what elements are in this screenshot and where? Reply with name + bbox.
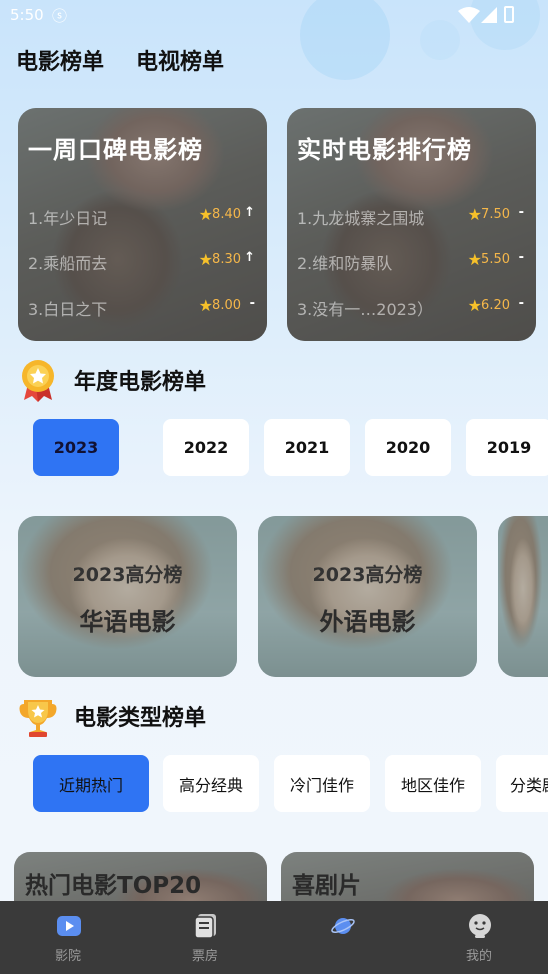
movie-name: 3.没有一…2023）	[297, 300, 433, 319]
rank-row[interactable]: 2.维和防暴队 ★ 5.50 -	[297, 250, 524, 273]
trend-indicator: ↑	[244, 205, 255, 220]
nav-item-box-office[interactable]: 票房	[165, 901, 245, 974]
nav-label: 我的	[465, 949, 492, 964]
next-card-peek[interactable]	[498, 516, 548, 677]
battery-icon	[504, 6, 514, 23]
card-subtitle: 2023高分榜	[312, 564, 423, 586]
star-icon: ★	[467, 205, 482, 224]
year-chip-2022[interactable]: 2022	[163, 419, 249, 476]
movie-score: 6.20	[481, 298, 510, 313]
card-title: 喜剧片	[292, 873, 361, 899]
bottom-navigation: 影院 票房 我的	[0, 901, 548, 974]
rank-row[interactable]: 1.九龙城寨之围城 ★ 7.50 -	[297, 205, 524, 228]
wifi-icon	[458, 7, 480, 23]
trend-indicator: -	[518, 205, 524, 220]
star-icon: ★	[467, 296, 482, 315]
box-office-icon	[194, 914, 216, 939]
star-icon: ★	[198, 296, 213, 315]
movie-score: 8.40	[212, 207, 241, 222]
nav-label: 影院	[54, 949, 81, 964]
card-title: 实时电影排行榜	[297, 136, 472, 164]
card-title: 华语电影	[79, 608, 176, 636]
rank-row[interactable]: 3.没有一…2023） ★ 6.20 -	[297, 296, 524, 319]
movie-score: 7.50	[481, 207, 510, 222]
top-tabs: 电影榜单 电视榜单	[16, 44, 224, 76]
nav-item-discover[interactable]	[302, 901, 382, 974]
year-chip-2020[interactable]: 2020	[365, 419, 451, 476]
rank-row[interactable]: 2.乘船而去 ★ 8.30 ↑	[28, 250, 255, 273]
trend-indicator: ↑	[244, 250, 255, 265]
movie-name: 2.维和防暴队	[297, 254, 393, 273]
nav-item-profile[interactable]: 我的	[439, 901, 519, 974]
chinese-films-card[interactable]: 2023高分榜 华语电影	[18, 516, 237, 677]
card-title: 热门电影TOP20	[25, 873, 202, 899]
movie-score: 8.00	[212, 298, 241, 313]
section-title: 电影类型榜单	[74, 706, 207, 731]
tab-movie-rankings[interactable]: 电影榜单	[16, 44, 104, 76]
weekly-word-of-mouth-card[interactable]: 一周口碑电影榜 1.年少日记 ★ 8.40 ↑ 2.乘船而去 ★ 8.30 ↑ …	[18, 108, 267, 341]
annual-section-header: 年度电影榜单	[18, 358, 206, 402]
year-chip-2023[interactable]: 2023	[33, 419, 119, 476]
star-icon: ★	[198, 205, 213, 224]
cinema-play-icon	[57, 916, 81, 936]
star-icon: ★	[467, 250, 482, 269]
status-bar: 5:50 ⓢ	[0, 0, 548, 30]
genre-chip-recent-hot[interactable]: 近期热门	[33, 755, 149, 812]
star-icon: ★	[198, 250, 213, 269]
signal-icon	[481, 7, 497, 23]
movie-name: 1.九龙城寨之围城	[297, 209, 425, 228]
planet-icon	[331, 918, 355, 934]
foreign-films-card[interactable]: 2023高分榜 外语电影	[258, 516, 477, 677]
genre-section-header: 电影类型榜单	[18, 694, 206, 738]
card-title: 外语电影	[319, 608, 416, 636]
movie-name: 2.乘船而去	[28, 254, 108, 273]
card-subtitle: 2023高分榜	[72, 564, 183, 586]
year-chip-2019[interactable]: 2019	[466, 419, 548, 476]
realtime-ranking-card[interactable]: 实时电影排行榜 1.九龙城寨之围城 ★ 7.50 - 2.维和防暴队 ★ 5.5…	[287, 108, 536, 341]
status-time: 5:50	[10, 6, 44, 24]
movie-name: 1.年少日记	[28, 209, 108, 228]
profile-face-icon	[469, 914, 491, 938]
trend-indicator: -	[249, 296, 255, 311]
trend-indicator: -	[518, 296, 524, 311]
medal-icon	[22, 360, 54, 402]
rank-row[interactable]: 3.白日之下 ★ 8.00 -	[28, 296, 255, 319]
year-chip-2021[interactable]: 2021	[264, 419, 350, 476]
nav-item-cinema[interactable]: 影院	[28, 901, 108, 974]
tab-tv-rankings[interactable]: 电视榜单	[136, 44, 224, 76]
movie-score: 5.50	[481, 252, 510, 267]
card-title: 一周口碑电影榜	[28, 136, 203, 164]
rank-row[interactable]: 1.年少日记 ★ 8.40 ↑	[28, 205, 255, 228]
movie-score: 8.30	[212, 252, 241, 267]
section-title: 年度电影榜单	[74, 370, 207, 395]
genre-chip-high-score[interactable]: 高分经典	[163, 755, 259, 812]
trend-indicator: -	[518, 250, 524, 265]
genre-chip-regional[interactable]: 地区佳作	[385, 755, 481, 812]
notification-icon: ⓢ	[52, 7, 68, 25]
trophy-icon	[19, 700, 57, 737]
genre-chip-category[interactable]: 分类剧	[496, 755, 548, 812]
movie-name: 3.白日之下	[28, 300, 108, 319]
genre-chip-hidden-gems[interactable]: 冷门佳作	[274, 755, 370, 812]
nav-label: 票房	[191, 949, 218, 964]
